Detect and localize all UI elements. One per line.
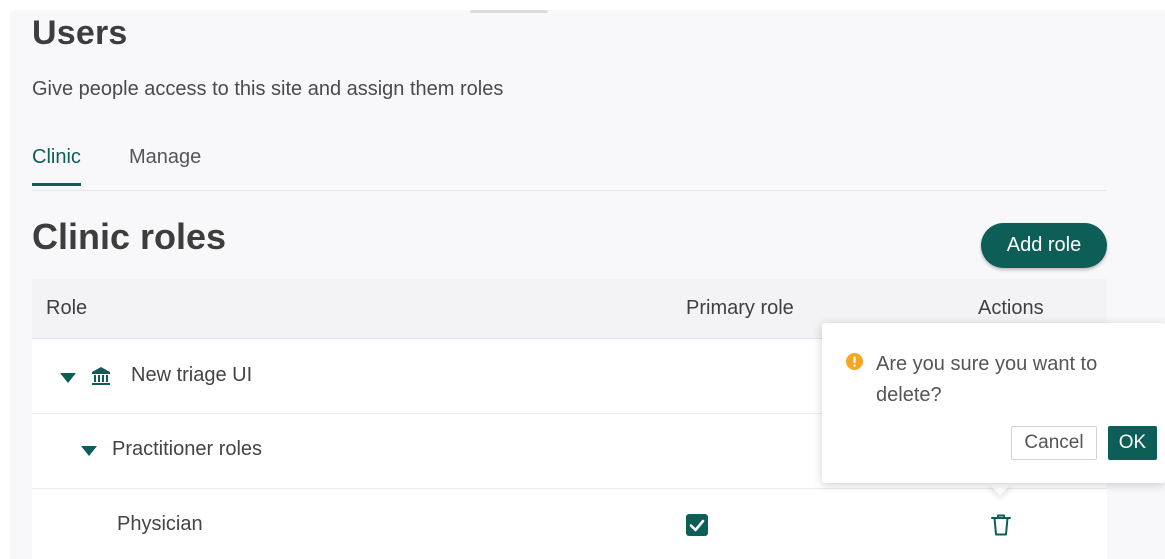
role-group-name: Practitioner roles bbox=[112, 438, 263, 460]
expand-caret-icon[interactable] bbox=[81, 446, 97, 456]
cancel-button[interactable]: Cancel bbox=[1011, 426, 1097, 460]
table-row-role: Physician bbox=[32, 489, 1107, 559]
trash-icon[interactable] bbox=[990, 513, 1012, 537]
top-scroll-indicator bbox=[470, 10, 548, 13]
primary-role-checkbox[interactable] bbox=[686, 514, 708, 536]
tab-bar: Clinic Manage bbox=[32, 140, 1107, 191]
expand-caret-icon[interactable] bbox=[60, 373, 76, 383]
institution-icon bbox=[92, 367, 110, 385]
page-title: Users bbox=[32, 14, 128, 52]
delete-confirm-popover: Are you sure you want to delete? Cancel … bbox=[822, 323, 1165, 483]
add-role-button[interactable]: Add role bbox=[981, 223, 1107, 268]
column-header-role: Role bbox=[46, 297, 88, 319]
ok-button[interactable]: OK bbox=[1108, 426, 1157, 460]
warning-icon bbox=[846, 353, 863, 370]
checkmark-icon bbox=[689, 519, 705, 532]
page-subtitle: Give people access to this site and assi… bbox=[32, 78, 504, 100]
column-header-primary-role: Primary role bbox=[686, 297, 794, 319]
section-title: Clinic roles bbox=[32, 216, 227, 257]
site-name: New triage UI bbox=[131, 364, 253, 386]
tab-manage[interactable]: Manage bbox=[129, 146, 201, 183]
role-name: Physician bbox=[117, 513, 203, 535]
column-header-actions: Actions bbox=[978, 297, 1044, 319]
tab-clinic[interactable]: Clinic bbox=[32, 146, 81, 186]
confirm-message: Are you sure you want to delete? bbox=[876, 353, 1098, 406]
